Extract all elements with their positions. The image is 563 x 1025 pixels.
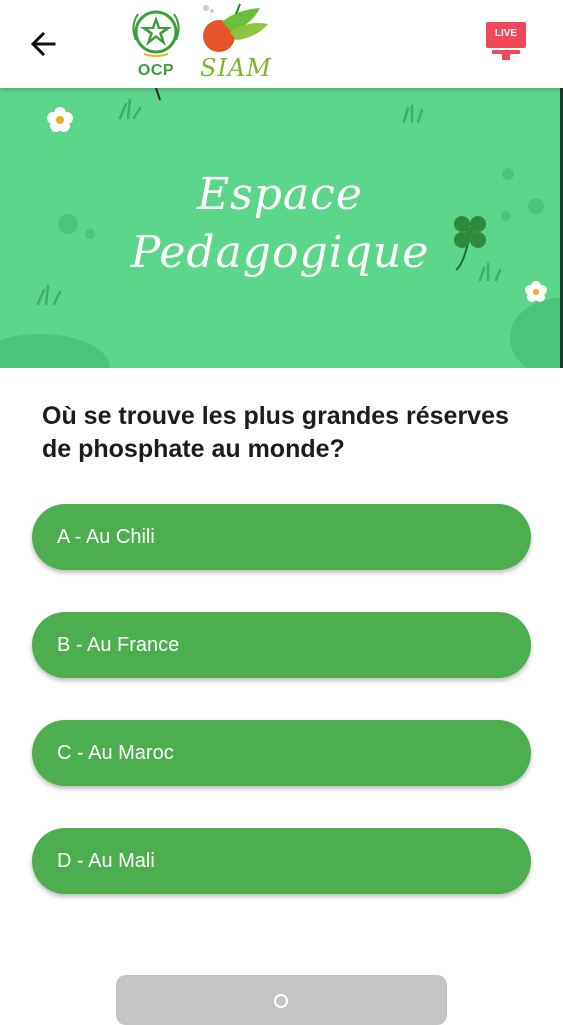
- ocp-emblem-icon: [132, 10, 180, 57]
- arrow-left-icon: [30, 31, 56, 57]
- bottom-action-button[interactable]: [116, 975, 447, 1025]
- answer-option-a[interactable]: A - Au Chili: [32, 504, 531, 570]
- banner-blob-right: [510, 298, 560, 368]
- answer-option-d[interactable]: D - Au Mali: [32, 828, 531, 894]
- live-button[interactable]: LIVE: [482, 20, 530, 70]
- answer-label: D - Au Mali: [57, 850, 155, 872]
- banner-title-line2: Pedagogique: [130, 227, 430, 278]
- answer-option-c[interactable]: C - Au Maroc: [32, 720, 531, 786]
- back-button[interactable]: [22, 24, 66, 64]
- live-label: LIVE: [494, 28, 518, 39]
- live-tv-icon: LIVE: [486, 22, 526, 48]
- answer-label: A - Au Chili: [57, 526, 155, 548]
- live-tv-base: [502, 54, 510, 60]
- stem-icon: [155, 88, 161, 101]
- espace-pedagogique-banner: Espace Pedagogique: [0, 88, 560, 368]
- answer-option-b[interactable]: B - Au France: [32, 612, 531, 678]
- siam-emblem-icon: [203, 3, 268, 52]
- app-header: OCP SIAM LIVE: [0, 0, 563, 88]
- answer-label: B - Au France: [57, 634, 180, 656]
- flower-icon: [47, 107, 73, 132]
- ocp-logo-text: OCP: [137, 62, 175, 79]
- refresh-icon: [274, 994, 288, 1008]
- banner-title: Espace Pedagogique: [0, 166, 560, 282]
- ocp-logo: OCP: [124, 6, 188, 82]
- banner-title-line1: Espace: [197, 169, 363, 220]
- siam-logo: SIAM: [196, 2, 272, 84]
- siam-logo-text: SIAM: [200, 54, 272, 82]
- answer-label: C - Au Maroc: [57, 742, 174, 764]
- flower-icon: [525, 281, 547, 302]
- banner-blob-left: [0, 334, 110, 368]
- quiz-question: Où se trouve les plus grandes réserves d…: [42, 402, 509, 463]
